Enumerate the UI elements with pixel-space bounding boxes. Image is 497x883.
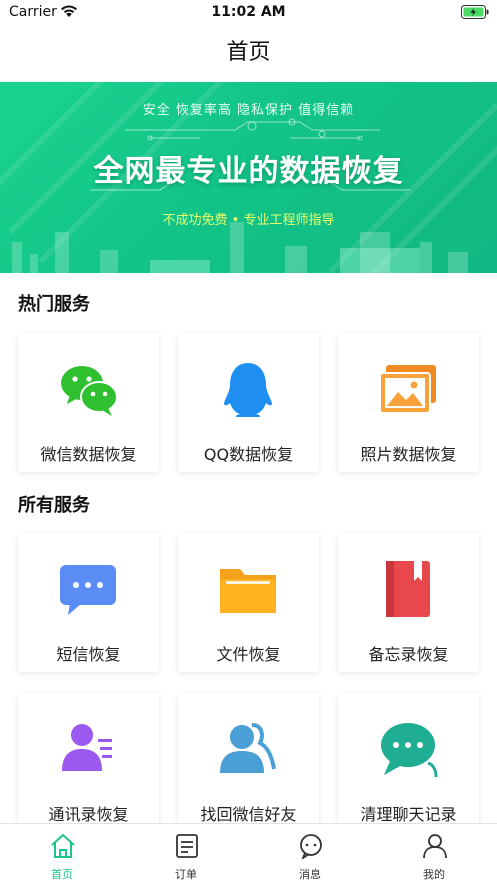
chat-icon [381, 723, 438, 778]
folder-icon [220, 569, 276, 613]
user-icon [423, 834, 447, 859]
contacts-icon [62, 724, 112, 771]
qq-icon [224, 363, 272, 417]
tab-messages[interactable]: 消息 [248, 824, 372, 883]
service-label: 微信数据恢复 [40, 445, 137, 464]
tab-bar: 首页 订单 消息 我的 [0, 823, 497, 883]
service-card-memo[interactable]: 备忘录恢复 [338, 533, 479, 672]
friends-icon [220, 723, 276, 773]
tab-orders[interactable]: 订单 [124, 824, 248, 883]
service-card-wechat[interactable]: 微信数据恢复 [18, 333, 159, 472]
notebook-icon [386, 561, 430, 617]
service-card-sms[interactable]: 短信恢复 [18, 533, 159, 672]
sms-icon [60, 565, 116, 615]
page-title: 首页 [226, 40, 271, 65]
tab-label: 订单 [175, 868, 197, 881]
service-label: 文件恢复 [216, 645, 281, 664]
banner-subtitle: 安全 恢复率高 隐私保护 值得信赖 [142, 103, 355, 118]
tab-label: 我的 [423, 868, 445, 881]
tab-label: 首页 [51, 868, 73, 881]
service-label: 备忘录恢复 [368, 645, 449, 664]
message-icon [300, 834, 322, 859]
service-card-photo[interactable]: 照片数据恢复 [338, 333, 479, 472]
tab-mine[interactable]: 我的 [372, 824, 496, 883]
status-bar: Carrier 11:02 AM [0, 0, 497, 26]
service-card-contacts[interactable]: 通讯录恢复 [18, 693, 159, 832]
service-label: 找回微信好友 [200, 805, 297, 824]
all-services-title: 所有服务 [18, 495, 90, 516]
banner-tagline: 不成功免费 • 专业工程师指导 [162, 213, 335, 228]
nav-bar: 首页 [0, 26, 497, 82]
status-time: 11:02 AM [211, 4, 286, 20]
hot-services-title: 热门服务 [18, 294, 90, 315]
service-card-clean-chat[interactable]: 清理聊天记录 [338, 693, 479, 832]
service-card-file[interactable]: 文件恢复 [178, 533, 319, 672]
battery-icon [461, 5, 489, 19]
photo-icon [379, 365, 436, 414]
order-icon [176, 834, 198, 858]
service-label: 照片数据恢复 [360, 445, 457, 464]
service-card-friends[interactable]: 找回微信好友 [178, 693, 319, 832]
service-label: 清理聊天记录 [360, 805, 457, 824]
tab-home[interactable]: 首页 [0, 824, 124, 883]
service-label: QQ数据恢复 [203, 445, 294, 464]
promo-banner[interactable]: 安全 恢复率高 隐私保护 值得信赖 全网最专业的数据恢复 不成功免费 • 专业工… [0, 82, 497, 273]
service-label: 短信恢复 [56, 645, 121, 664]
wechat-icon [61, 366, 118, 416]
service-label: 通讯录恢复 [48, 805, 129, 824]
home-icon [51, 834, 75, 858]
service-card-qq[interactable]: QQ数据恢复 [178, 333, 319, 472]
banner-title: 全网最专业的数据恢复 [93, 154, 404, 189]
tab-label: 消息 [299, 868, 321, 881]
